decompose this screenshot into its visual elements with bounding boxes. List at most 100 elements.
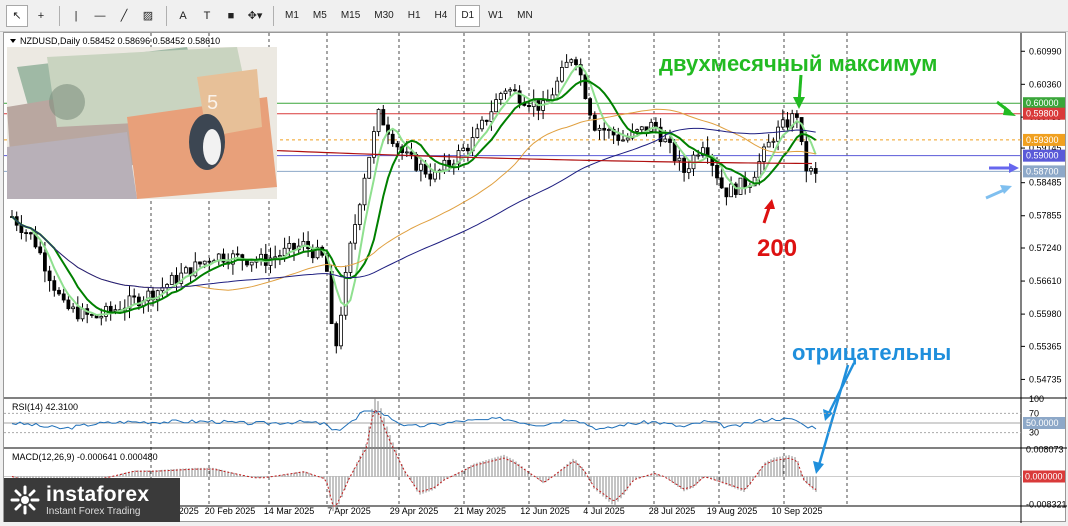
candle (259, 248, 264, 266)
candle (588, 96, 592, 119)
level-label: 0.58700 (1026, 166, 1059, 176)
timeframe-m15[interactable]: M15 (335, 5, 366, 27)
candle-body (588, 98, 592, 116)
banknotes-illustration: 5 (7, 47, 277, 199)
instaforex-logo: instaforex Instant Forex Trading (4, 478, 180, 522)
candle-body (339, 314, 343, 347)
date-label: 21 May 2025 (454, 506, 506, 516)
macd-value-label: 0.000000 (1025, 471, 1063, 481)
candle-body (484, 119, 489, 122)
macd-level-label: 0.008073 (1026, 444, 1064, 454)
cursor-arrow-icon[interactable]: ↖ (6, 4, 28, 27)
crosshair-icon[interactable]: + (30, 5, 52, 27)
candle-body (381, 109, 386, 126)
candle (80, 303, 85, 322)
level-label: 0.59300 (1026, 135, 1059, 145)
candle-body (61, 293, 66, 301)
candle-body (757, 161, 762, 178)
candle-body (696, 154, 701, 157)
candle-body (560, 67, 564, 82)
horizontal-line-icon[interactable]: — (89, 5, 111, 27)
candle-body (292, 243, 296, 251)
chart-header-label: NZDUSD,Daily 0.58452 0.58696 0.58452 0.5… (20, 36, 220, 46)
candle (550, 87, 555, 101)
candle (132, 288, 137, 304)
timeframe-h4[interactable]: H4 (429, 5, 454, 27)
candle-body (512, 89, 517, 92)
candle-body (795, 113, 799, 118)
price-label: 0.58485 (1029, 178, 1062, 188)
rsi-label: RSI(14) 42.3100 (12, 402, 78, 412)
date-label: 19 Aug 2025 (707, 506, 758, 516)
candle-body (357, 204, 362, 225)
candle (28, 231, 33, 240)
candle (480, 116, 484, 132)
date-label: 20 Feb 2025 (205, 506, 256, 516)
candle-body (465, 147, 470, 152)
candle-body (508, 89, 513, 92)
candle-body (287, 243, 292, 249)
timeframe-m30[interactable]: M30 (368, 5, 399, 27)
candle-body (574, 59, 578, 65)
equidistant-channel-icon[interactable]: ▨ (137, 5, 159, 27)
candle-body (390, 133, 395, 145)
candle (240, 253, 245, 271)
candle (183, 265, 188, 274)
candle-body (183, 267, 188, 274)
annotation-two-month-high: двухмесячный максимум (659, 51, 937, 76)
timeframe-h1[interactable]: H1 (402, 5, 427, 27)
candle-body (207, 260, 212, 263)
timeframe-m5[interactable]: M5 (307, 5, 333, 27)
candle-body (771, 140, 776, 143)
timeframe-mn[interactable]: MN (511, 5, 539, 27)
candle-body (686, 168, 691, 173)
candle (367, 156, 372, 179)
candle (339, 306, 343, 350)
timeframe-d1[interactable]: D1 (455, 4, 481, 27)
candle (263, 243, 268, 274)
candle (24, 229, 29, 242)
price-label: 0.55980 (1029, 309, 1062, 319)
price-label: 0.55365 (1029, 341, 1062, 351)
price-label: 0.56610 (1029, 276, 1062, 286)
candle (602, 122, 607, 141)
logo-tagline: Instant Forex Trading (46, 505, 141, 517)
candle-body (527, 105, 531, 108)
candle (813, 162, 818, 183)
candle-body (132, 295, 137, 298)
annotation-arrowhead (764, 199, 775, 209)
candle (249, 261, 254, 272)
candle-body (66, 299, 71, 310)
text-label-icon[interactable]: T (196, 5, 218, 27)
candle (108, 301, 113, 321)
annotation-arrowhead (813, 461, 824, 474)
candle-body (57, 289, 61, 295)
rsi-level-label: 30 (1029, 428, 1039, 438)
candle-body (668, 138, 672, 143)
rectangle-icon[interactable]: ■ (220, 5, 242, 27)
arrows-icon[interactable]: ✥▾ (244, 5, 266, 27)
candle-body (169, 274, 174, 285)
timeframe-m1[interactable]: M1 (279, 5, 305, 27)
candle-body (677, 157, 682, 162)
candle (19, 215, 24, 240)
timeframe-w1[interactable]: W1 (482, 5, 509, 27)
candle-body (329, 271, 334, 325)
candle-body (277, 255, 282, 258)
chart-toolbar: ↖ + | — ╱ ▨ A T ■ ✥▾ M1 M5 M15 M30 H1 H4 D1 W1 MN (0, 0, 1068, 32)
vertical-line-icon[interactable]: | (65, 5, 87, 27)
candle (348, 241, 353, 277)
level-label: 0.59000 (1026, 151, 1059, 161)
candle-body (447, 159, 452, 166)
candle (748, 182, 752, 193)
candle (390, 128, 395, 147)
text-tool-icon[interactable]: A (172, 5, 194, 27)
candle-body (113, 309, 118, 312)
candle (795, 110, 799, 129)
candle-body (24, 232, 29, 234)
candle-body (799, 117, 804, 142)
candle (85, 304, 90, 324)
trendline-icon[interactable]: ╱ (113, 5, 135, 27)
candle (616, 127, 621, 146)
instaforex-logo-icon (10, 485, 40, 515)
